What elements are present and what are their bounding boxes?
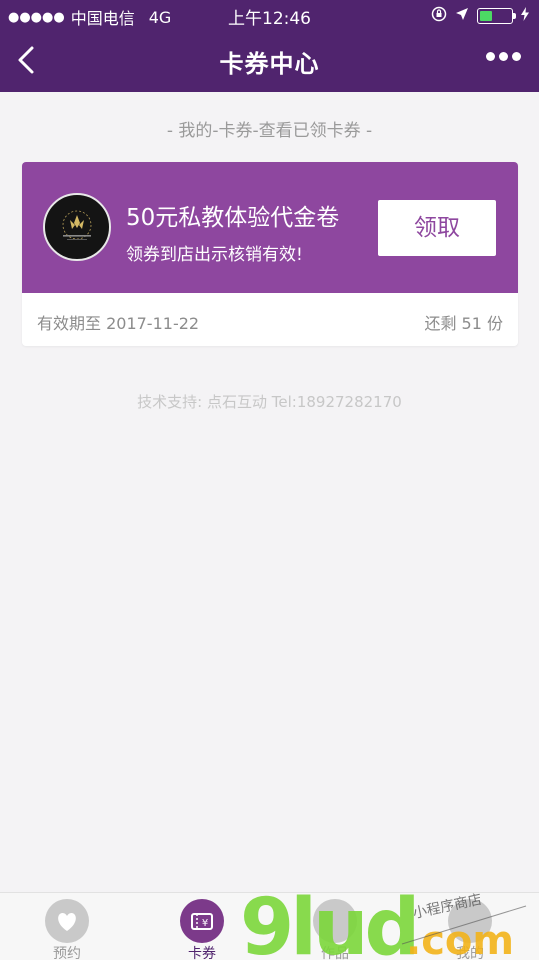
more-dot-icon [486, 52, 495, 61]
tab-label: 卡券 [188, 946, 216, 960]
coupon-remaining: 还剩 51 份 [424, 314, 503, 333]
coupon-icon: ¥ [180, 899, 224, 943]
store-logo [43, 193, 111, 261]
top-bar: ●●●●● 中国电信 4G 上午12:46 卡券中心 [0, 0, 539, 92]
location-icon [455, 7, 469, 25]
tab-bar: 预约 ¥ 卡券 作品 我的 [0, 892, 539, 960]
tech-support-text: 技术支持: 点石互动 Tel:18927282170 [137, 393, 402, 411]
coupon-description: 领券到店出示核销有效! [126, 245, 303, 265]
charging-icon [521, 7, 529, 25]
status-bar: ●●●●● 中国电信 4G 上午12:46 [0, 0, 539, 30]
heart-icon [45, 899, 89, 943]
nav-bar: 卡券中心 [0, 30, 539, 92]
more-menu-button[interactable] [486, 52, 521, 61]
tab-booking[interactable]: 预约 [12, 893, 122, 960]
coupon-expiry: 有效期至 2017-11-22 [37, 314, 200, 333]
tab-label: 我的 [456, 946, 484, 960]
page-title: 卡券中心 [219, 50, 320, 78]
logo-emblem-icon [62, 210, 92, 240]
works-icon [313, 899, 357, 943]
breadcrumb: - 我的-卡券-查看已领卡券 - [166, 121, 373, 141]
more-dot-icon [499, 52, 508, 61]
tab-mine[interactable]: 我的 [415, 893, 525, 960]
tab-works[interactable]: 作品 [280, 893, 390, 960]
status-right [431, 6, 529, 26]
tab-coupons[interactable]: ¥ 卡券 [147, 893, 257, 960]
claim-button[interactable]: 领取 [378, 200, 496, 256]
coupon-header: 50元私教体验代金卷 领券到店出示核销有效! 领取 [22, 162, 518, 293]
coupon-card: 50元私教体验代金卷 领券到店出示核销有效! 领取 有效期至 2017-11-2… [22, 162, 518, 346]
tab-label: 预约 [53, 946, 81, 960]
coupon-name: 50元私教体验代金卷 [126, 205, 340, 231]
rotation-lock-icon [431, 6, 447, 26]
svg-text:¥: ¥ [202, 918, 208, 929]
user-icon [448, 899, 492, 943]
tab-label: 作品 [321, 946, 349, 960]
battery-icon [477, 8, 516, 24]
more-dot-icon [512, 52, 521, 61]
coupon-footer: 有效期至 2017-11-22 还剩 51 份 [22, 293, 518, 346]
